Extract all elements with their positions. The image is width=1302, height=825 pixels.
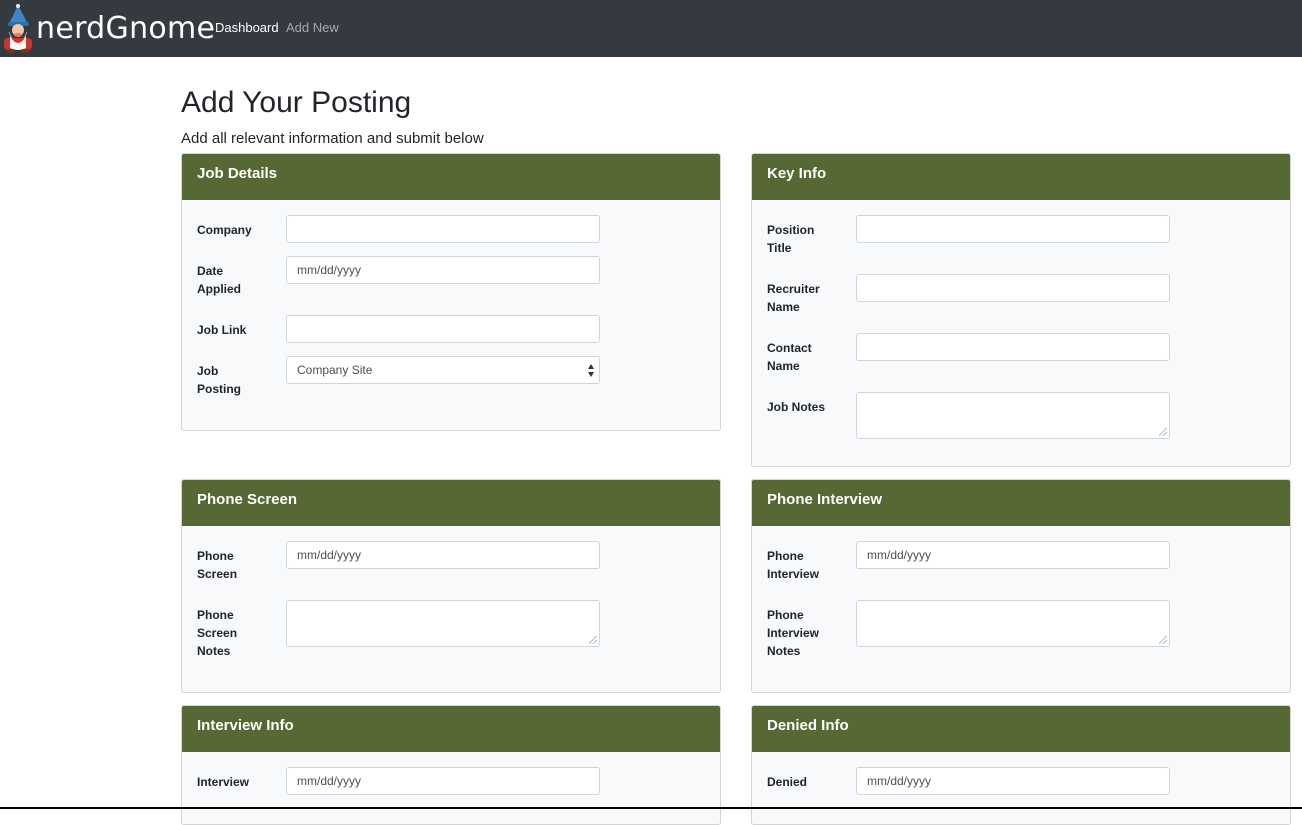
date-placeholder: mm/dd/yyyy — [297, 263, 362, 277]
card-header: Job Details — [182, 154, 720, 200]
date-applied-input[interactable]: mm/dd/yyyy — [286, 256, 600, 284]
date-placeholder: mm/dd/yyyy — [297, 774, 362, 788]
phone-interview-label: Phone Interview — [767, 549, 820, 581]
date-placeholder: mm/dd/yyyy — [297, 548, 362, 562]
resize-grip-icon[interactable] — [1159, 428, 1167, 436]
company-input[interactable] — [286, 215, 600, 243]
card-header: Interview Info — [182, 706, 720, 752]
job-posting-selected: Company Site — [297, 363, 373, 377]
denied-date-input[interactable]: mm/dd/yyyy — [856, 767, 1170, 795]
contact-name-label: Contact Name — [767, 341, 812, 373]
job-notes-label: Job Notes — [767, 400, 826, 414]
denied-label: Denied — [767, 775, 808, 789]
phone-screen-date-input[interactable]: mm/dd/yyyy — [286, 541, 600, 569]
phone-screen-card: Phone Screen Phone Screen mm/dd/yyyy Pho… — [181, 479, 721, 693]
phone-interview-card: Phone Interview Phone Interview mm/dd/yy… — [751, 479, 1291, 693]
card-header: Phone Screen — [182, 480, 720, 526]
resize-grip-icon[interactable] — [1159, 636, 1167, 644]
page-subtitle: Add all relevant information and submit … — [181, 130, 484, 147]
card-title: Denied Info — [767, 717, 849, 734]
card-title: Key Info — [767, 165, 827, 182]
page-title: Add Your Posting — [181, 86, 412, 119]
company-label: Company — [197, 223, 252, 237]
job-link-input[interactable] — [286, 315, 600, 343]
recruiter-name-label: Recruiter Name — [767, 282, 820, 314]
nav-link-add-new[interactable]: Add New — [286, 20, 339, 35]
job-details-card: Job Details Company Date Applied mm/dd/y… — [181, 153, 721, 431]
interview-date-input[interactable]: mm/dd/yyyy — [286, 767, 600, 795]
card-header: Denied Info — [752, 706, 1290, 752]
position-title-label: Position Title — [767, 223, 815, 255]
nav-link-dashboard[interactable]: Dashboard — [215, 20, 279, 35]
card-header: Key Info — [752, 154, 1290, 200]
phone-interview-notes-label: Phone Interview Notes — [767, 608, 820, 658]
card-title: Phone Screen — [197, 491, 298, 508]
recruiter-name-input[interactable] — [856, 274, 1170, 302]
phone-screen-notes-label: Phone Screen Notes — [197, 608, 238, 658]
position-title-input[interactable] — [856, 215, 1170, 243]
phone-screen-notes-textarea[interactable] — [286, 600, 600, 647]
job-posting-label: Job Posting — [197, 364, 241, 396]
card-title: Job Details — [197, 165, 278, 182]
resize-grip-icon[interactable] — [589, 636, 597, 644]
date-placeholder: mm/dd/yyyy — [867, 548, 932, 562]
phone-interview-date-input[interactable]: mm/dd/yyyy — [856, 541, 1170, 569]
card-title: Phone Interview — [767, 491, 883, 508]
date-placeholder: mm/dd/yyyy — [867, 774, 932, 788]
interview-label: Interview — [197, 775, 250, 789]
top-navbar: nerdGnome Dashboard Add New — [0, 0, 1302, 57]
phone-interview-notes-textarea[interactable] — [856, 600, 1170, 647]
date-applied-label: Date Applied — [197, 264, 241, 296]
job-posting-select[interactable]: Company Site — [286, 356, 600, 384]
phone-screen-label: Phone Screen — [197, 549, 238, 581]
card-header: Phone Interview — [752, 480, 1290, 526]
job-notes-textarea[interactable] — [856, 392, 1170, 439]
key-info-card: Key Info Position Title Recruiter Name C… — [751, 153, 1291, 467]
job-link-label: Job Link — [197, 323, 247, 337]
card-title: Interview Info — [197, 717, 294, 734]
gnome-icon — [4, 4, 32, 53]
brand-name: nerdGnome — [36, 11, 216, 46]
updown-arrows-icon — [588, 364, 595, 378]
contact-name-input[interactable] — [856, 333, 1170, 361]
